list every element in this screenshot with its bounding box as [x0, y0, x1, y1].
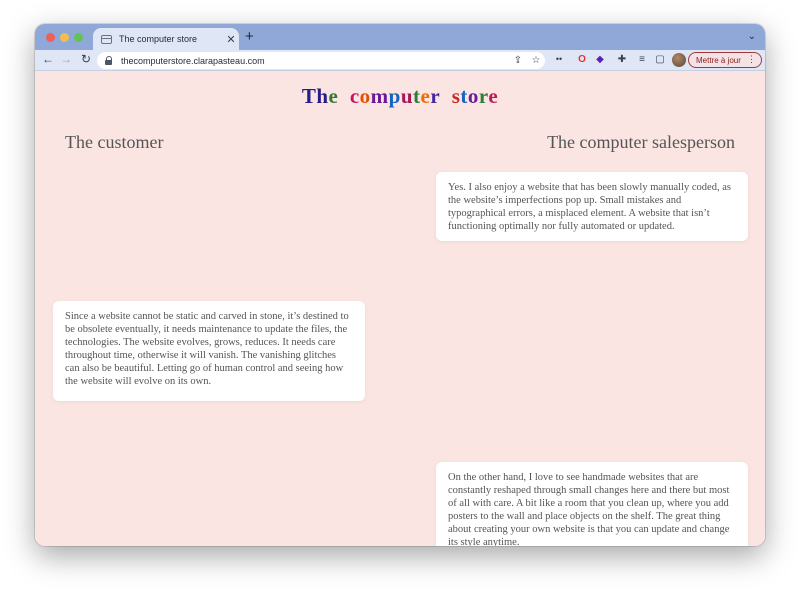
- title-letter: t: [413, 84, 421, 108]
- browser-window: The computer store ✕ + ⌄ ← → ↻ thecomput…: [35, 24, 765, 546]
- forward-icon[interactable]: →: [58, 52, 74, 66]
- menu-icon[interactable]: ⋮: [747, 54, 756, 65]
- title-letter: e: [420, 84, 431, 108]
- url-text[interactable]: thecomputerstore.clarapasteau.com: [121, 56, 509, 66]
- title-letter: [440, 84, 452, 108]
- title-letter: [338, 84, 350, 108]
- tab-active[interactable]: The computer store ✕: [93, 28, 239, 50]
- title-letter: c: [349, 84, 360, 108]
- extensions-icon[interactable]: ✚: [615, 54, 629, 65]
- tab-strip: The computer store ✕ + ⌄: [35, 24, 765, 50]
- minimize-window-button[interactable]: [60, 33, 69, 42]
- address-bar[interactable]: thecomputerstore.clarapasteau.com ⇪ ☆: [97, 52, 545, 69]
- page-content: The computer store The customer The comp…: [35, 72, 765, 546]
- title-letter: r: [478, 84, 489, 108]
- star-icon[interactable]: ☆: [527, 55, 545, 66]
- side-panel-icon[interactable]: ▢: [653, 54, 667, 65]
- lock-icon[interactable]: [105, 56, 113, 65]
- back-icon[interactable]: ←: [40, 52, 56, 66]
- title-letter: o: [359, 84, 371, 108]
- title-letter: u: [400, 84, 414, 108]
- close-tab-icon[interactable]: ✕: [223, 33, 239, 46]
- title-letter: e: [328, 84, 339, 108]
- title-letter: h: [316, 84, 329, 108]
- title-letter: T: [301, 84, 317, 108]
- new-tab-button[interactable]: +: [245, 29, 254, 44]
- customer-card: Since a website cannot be static and car…: [53, 301, 365, 401]
- salesperson-card: On the other hand, I love to see handmad…: [436, 462, 748, 546]
- tab-title: The computer store: [119, 34, 198, 44]
- avatar[interactable]: [672, 53, 686, 67]
- zoom-window-button[interactable]: [74, 33, 83, 42]
- column-heading-customer: The customer: [65, 132, 164, 152]
- chevron-down-icon[interactable]: ⌄: [748, 31, 756, 42]
- opera-icon[interactable]: O: [575, 54, 589, 65]
- salesperson-card: Yes. I also enjoy a website that has bee…: [436, 172, 748, 241]
- title-letter: t: [460, 84, 468, 108]
- reload-icon[interactable]: ↻: [78, 52, 94, 66]
- column-heading-salesperson: The computer salesperson: [547, 132, 735, 152]
- title-letter: e: [488, 84, 499, 108]
- store-icon: [101, 34, 112, 44]
- update-button[interactable]: Mettre à jour ⋮: [688, 52, 762, 68]
- title-letter: o: [467, 84, 479, 108]
- reading-list-icon[interactable]: ≡: [635, 54, 649, 65]
- extension-dots-icon[interactable]: ••: [552, 54, 566, 64]
- browser-toolbar: ← → ↻ thecomputerstore.clarapasteau.com …: [35, 50, 765, 71]
- site-title: The computer store: [35, 84, 765, 109]
- title-letter: r: [430, 84, 441, 108]
- share-icon[interactable]: ⇪: [509, 55, 527, 66]
- shield-icon[interactable]: ◆: [593, 54, 607, 65]
- close-window-button[interactable]: [46, 33, 55, 42]
- update-button-label: Mettre à jour: [696, 55, 741, 65]
- title-letter: m: [370, 84, 389, 108]
- title-letter: p: [388, 84, 401, 108]
